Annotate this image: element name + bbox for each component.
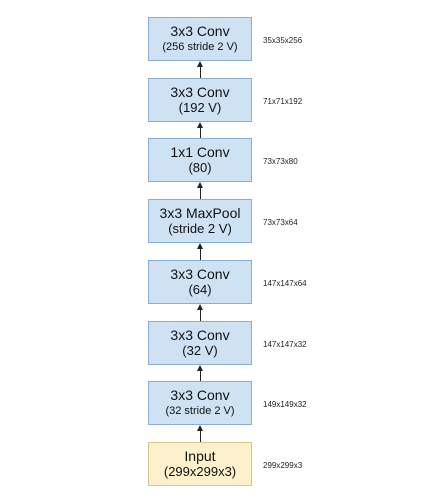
dim-label: 149x149x32: [263, 400, 307, 409]
layer-param: (299x299x3): [163, 464, 237, 479]
network-diagram: 3x3 Conv (256 stride 2 V) 35x35x256 3x3 …: [0, 0, 423, 499]
layer-param: (32 stride 2 V): [165, 405, 235, 417]
layer-box-input: Input (299x299x3): [148, 442, 252, 486]
dim-label: 147x147x32: [263, 340, 307, 349]
layer-param: (stride 2 V): [168, 221, 232, 236]
layer-param: (256 stride 2 V): [162, 41, 238, 53]
layer-name: 3x3 Conv: [170, 387, 230, 403]
flow-arrow: [197, 243, 203, 260]
flow-arrow: [197, 61, 203, 78]
layer-box-conv-192: 3x3 Conv (192 V): [148, 78, 252, 122]
dim-label: 73x73x80: [263, 157, 298, 166]
layer-param: (32 V): [182, 343, 218, 358]
layer-param: (64): [188, 282, 212, 297]
dim-label: 71x71x192: [263, 97, 303, 106]
flow-arrow: [197, 425, 203, 442]
layer-param: (192 V): [178, 100, 222, 115]
dim-label: 147x147x64: [263, 279, 307, 288]
layer-name: 1x1 Conv: [170, 144, 230, 160]
layer-name: 3x3 Conv: [170, 266, 230, 282]
dim-label: 35x35x256: [263, 36, 303, 45]
layer-name: Input: [184, 448, 216, 464]
layer-box-conv-256-stride2: 3x3 Conv (256 stride 2 V): [148, 17, 252, 61]
layer-name: 3x3 MaxPool: [159, 205, 241, 221]
layer-name: 3x3 Conv: [170, 84, 230, 100]
dim-label: 73x73x64: [263, 218, 298, 227]
layer-name: 3x3 Conv: [170, 23, 230, 39]
layer-box-conv-32-stride2: 3x3 Conv (32 stride 2 V): [148, 381, 252, 425]
flow-arrow: [197, 122, 203, 138]
dim-label: 299x299x3: [263, 461, 303, 470]
layer-box-conv-80: 1x1 Conv (80): [148, 138, 252, 182]
layer-box-conv-32: 3x3 Conv (32 V): [148, 321, 252, 365]
flow-arrow: [197, 365, 203, 381]
layer-box-conv-64: 3x3 Conv (64): [148, 260, 252, 304]
layer-name: 3x3 Conv: [170, 327, 230, 343]
flow-arrow: [197, 182, 203, 199]
layer-param: (80): [188, 160, 212, 175]
flow-arrow: [197, 304, 203, 321]
layer-box-maxpool: 3x3 MaxPool (stride 2 V): [148, 199, 252, 243]
